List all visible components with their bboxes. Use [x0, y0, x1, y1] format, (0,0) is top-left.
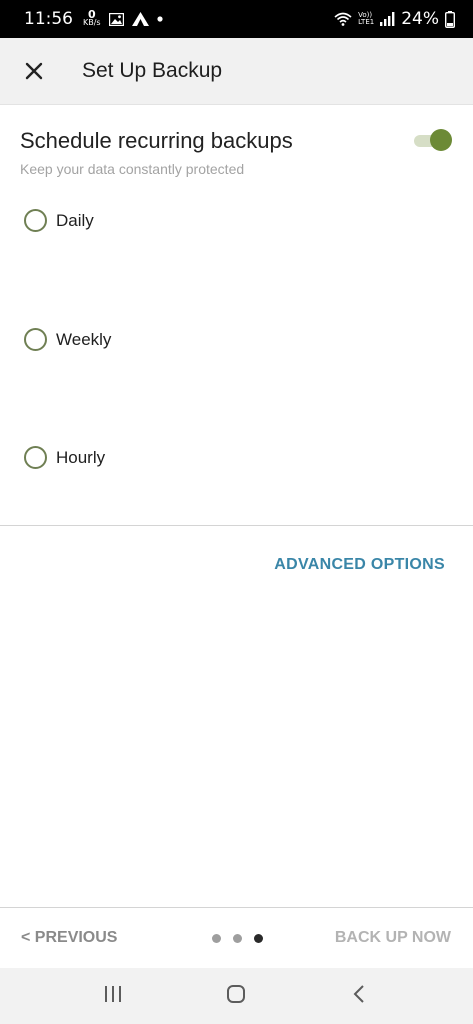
option-daily[interactable]: Daily [24, 209, 94, 232]
app-bar: Set Up Backup [0, 38, 473, 105]
recent-apps-icon [105, 986, 121, 1002]
radio-button-icon [24, 209, 47, 232]
status-bar: 11:56 0 KB/s Vo)) LTE1 24% [0, 0, 473, 38]
option-weekly[interactable]: Weekly [24, 328, 111, 351]
back-up-now-button[interactable]: BACK UP NOW [335, 929, 451, 947]
system-navigation-bar [0, 968, 473, 1024]
page-title: Set Up Backup [82, 59, 223, 82]
battery-percent: 24% [401, 9, 439, 29]
close-button[interactable] [16, 53, 52, 89]
page-dot-active [254, 934, 263, 943]
wifi-icon [334, 12, 352, 26]
option-label: Daily [56, 210, 94, 230]
schedule-toggle[interactable] [414, 129, 452, 151]
app-notification-icon [131, 12, 149, 26]
toggle-thumb [430, 129, 452, 151]
volte-indicator: Vo)) LTE1 [358, 11, 375, 26]
advanced-options-link[interactable]: ADVANCED OPTIONS [274, 556, 445, 574]
section-divider [0, 525, 473, 526]
recent-apps-button[interactable] [104, 984, 122, 1009]
home-button[interactable] [226, 984, 246, 1009]
page-dot [233, 934, 242, 943]
back-arrow-icon [353, 985, 364, 1003]
signal-icon [380, 12, 395, 26]
home-icon [227, 985, 245, 1003]
page-indicator [212, 934, 263, 943]
schedule-section: Schedule recurring backups Keep your dat… [0, 104, 473, 184]
back-button[interactable] [352, 984, 366, 1009]
previous-button[interactable]: < PREVIOUS [21, 929, 117, 947]
option-hourly[interactable]: Hourly [24, 446, 105, 469]
schedule-subtitle: Keep your data constantly protected [20, 161, 245, 177]
radio-button-icon [24, 328, 47, 351]
status-time: 11:56 [24, 9, 73, 29]
option-label: Hourly [56, 447, 106, 467]
radio-button-icon [24, 446, 47, 469]
wizard-navigation: < PREVIOUS BACK UP NOW [0, 908, 473, 968]
schedule-title: Schedule recurring backups [20, 128, 293, 153]
option-label: Weekly [56, 329, 112, 349]
more-notifications-dot-icon [157, 16, 163, 22]
battery-icon [445, 10, 455, 28]
page-dot [212, 934, 221, 943]
close-icon [25, 62, 43, 80]
network-speed: 0 KB/s [83, 8, 101, 27]
gallery-icon [108, 12, 124, 26]
